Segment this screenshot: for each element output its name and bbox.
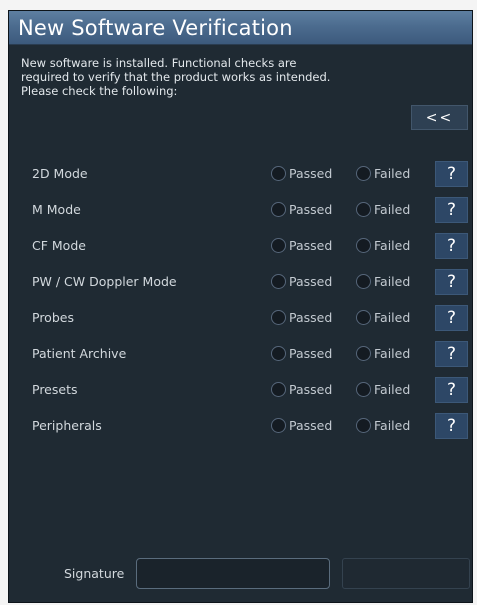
radio-circle-icon[interactable] xyxy=(271,202,286,217)
passed-radio[interactable]: Passed xyxy=(271,346,332,361)
check-label: PW / CW Doppler Mode xyxy=(32,274,177,289)
failed-radio[interactable]: Failed xyxy=(356,166,410,181)
check-label: 2D Mode xyxy=(32,166,88,181)
dialog-title: New Software Verification xyxy=(18,15,293,40)
radio-circle-icon[interactable] xyxy=(271,382,286,397)
radio-circle-icon[interactable] xyxy=(356,382,371,397)
intro-line-3: Please check the following: xyxy=(21,84,178,98)
check-row-doppler-mode: PW / CW Doppler Mode Passed Failed ? xyxy=(9,269,472,295)
check-row-peripherals: Peripherals Passed Failed ? xyxy=(9,413,472,439)
signature-row: Signature xyxy=(9,558,472,590)
radio-circle-icon[interactable] xyxy=(356,166,371,181)
check-label: CF Mode xyxy=(32,238,86,253)
radio-circle-icon[interactable] xyxy=(271,274,286,289)
check-label: Probes xyxy=(32,310,74,325)
passed-radio[interactable]: Passed xyxy=(271,238,332,253)
passed-radio[interactable]: Passed xyxy=(271,310,332,325)
signature-input[interactable] xyxy=(136,558,330,589)
check-row-2d-mode: 2D Mode Passed Failed ? xyxy=(9,161,472,187)
help-button[interactable]: ? xyxy=(435,269,468,295)
check-row-probes: Probes Passed Failed ? xyxy=(9,305,472,331)
passed-radio[interactable]: Passed xyxy=(271,382,332,397)
failed-label: Failed xyxy=(374,166,411,181)
failed-label: Failed xyxy=(374,346,411,361)
passed-label: Passed xyxy=(289,418,333,433)
passed-radio[interactable]: Passed xyxy=(271,166,332,181)
radio-circle-icon[interactable] xyxy=(356,310,371,325)
failed-radio[interactable]: Failed xyxy=(356,310,410,325)
collapse-button[interactable]: << xyxy=(411,105,468,130)
help-button[interactable]: ? xyxy=(435,305,468,331)
check-label: M Mode xyxy=(32,202,81,217)
radio-circle-icon[interactable] xyxy=(271,346,286,361)
passed-radio[interactable]: Passed xyxy=(271,202,332,217)
help-button[interactable]: ? xyxy=(435,197,468,223)
help-button[interactable]: ? xyxy=(435,413,468,439)
failed-radio[interactable]: Failed xyxy=(356,238,410,253)
failed-radio[interactable]: Failed xyxy=(356,382,410,397)
radio-circle-icon[interactable] xyxy=(356,274,371,289)
failed-radio[interactable]: Failed xyxy=(356,346,410,361)
radio-circle-icon[interactable] xyxy=(271,418,286,433)
help-button[interactable]: ? xyxy=(435,233,468,259)
verification-dialog: New Software Verification New software i… xyxy=(8,10,473,603)
passed-radio[interactable]: Passed xyxy=(271,274,332,289)
failed-label: Failed xyxy=(374,310,411,325)
passed-label: Passed xyxy=(289,238,333,253)
check-label: Peripherals xyxy=(32,418,102,433)
check-label: Patient Archive xyxy=(32,346,127,361)
failed-radio[interactable]: Failed xyxy=(356,418,410,433)
help-button[interactable]: ? xyxy=(435,377,468,403)
passed-label: Passed xyxy=(289,274,333,289)
failed-label: Failed xyxy=(374,202,411,217)
failed-label: Failed xyxy=(374,238,411,253)
check-row-m-mode: M Mode Passed Failed ? xyxy=(9,197,472,223)
radio-circle-icon[interactable] xyxy=(356,418,371,433)
passed-label: Passed xyxy=(289,310,333,325)
radio-circle-icon[interactable] xyxy=(271,238,286,253)
radio-circle-icon[interactable] xyxy=(356,346,371,361)
title-bar: New Software Verification xyxy=(9,11,472,45)
passed-label: Passed xyxy=(289,382,333,397)
help-button[interactable]: ? xyxy=(435,341,468,367)
passed-label: Passed xyxy=(289,202,333,217)
failed-label: Failed xyxy=(374,274,411,289)
signature-label: Signature xyxy=(64,566,125,581)
failed-label: Failed xyxy=(374,382,411,397)
radio-circle-icon[interactable] xyxy=(271,166,286,181)
passed-radio[interactable]: Passed xyxy=(271,418,332,433)
failed-radio[interactable]: Failed xyxy=(356,202,410,217)
passed-label: Passed xyxy=(289,346,333,361)
intro-line-1: New software is installed. Functional ch… xyxy=(21,56,297,70)
signature-confirm-field[interactable] xyxy=(342,558,470,589)
radio-circle-icon[interactable] xyxy=(271,310,286,325)
intro-line-2: required to verify that the product work… xyxy=(21,70,331,84)
check-row-presets: Presets Passed Failed ? xyxy=(9,377,472,403)
passed-label: Passed xyxy=(289,166,333,181)
check-row-cf-mode: CF Mode Passed Failed ? xyxy=(9,233,472,259)
check-label: Presets xyxy=(32,382,78,397)
failed-label: Failed xyxy=(374,418,411,433)
radio-circle-icon[interactable] xyxy=(356,238,371,253)
intro-text: New software is installed. Functional ch… xyxy=(21,56,401,98)
failed-radio[interactable]: Failed xyxy=(356,274,410,289)
check-row-patient-archive: Patient Archive Passed Failed ? xyxy=(9,341,472,367)
radio-circle-icon[interactable] xyxy=(356,202,371,217)
help-button[interactable]: ? xyxy=(435,161,468,187)
